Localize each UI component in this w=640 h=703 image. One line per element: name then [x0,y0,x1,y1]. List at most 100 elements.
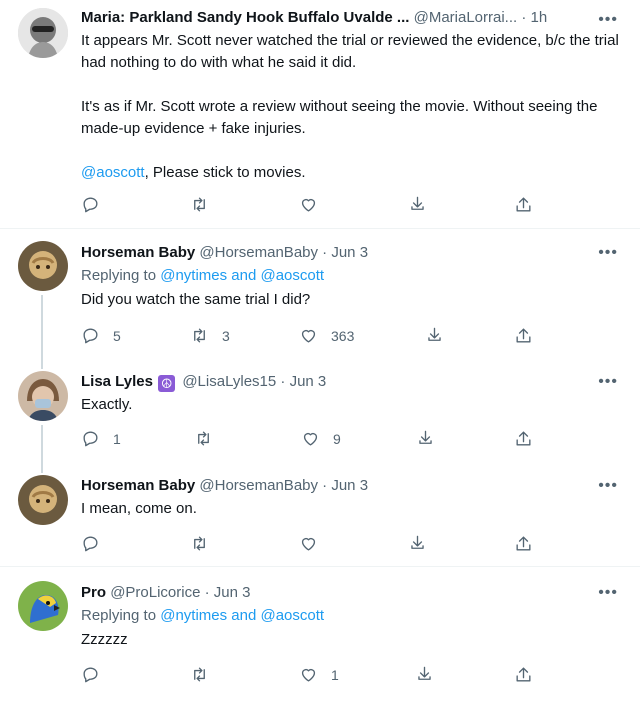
tweet-text-tail: , Please stick to movies. [144,164,306,181]
display-name[interactable]: Horseman Baby [81,477,195,494]
retweet-button[interactable] [194,429,213,448]
retweet-icon [190,665,209,684]
like-button[interactable] [299,534,318,553]
timestamp[interactable]: Jun 3 [214,584,251,601]
share-icon [425,326,444,345]
tweet-paragraph: It appears Mr. Scott never watched the t… [81,32,619,71]
replying-prefix: Replying to [81,607,161,624]
upload-icon [514,534,533,553]
upload-button[interactable] [514,195,533,214]
peace-sign-icon: ☮ [158,375,176,392]
upload-button[interactable] [514,326,533,345]
reply-icon [81,195,100,214]
share-icon [408,195,427,214]
tweet[interactable]: Pro @ProLicorice · Jun 3 Replying to @ny… [0,567,640,703]
avatar[interactable] [18,475,68,525]
timestamp[interactable]: 1h [531,9,548,26]
timestamp[interactable]: Jun 3 [290,373,327,390]
reply-button[interactable] [81,195,100,214]
more-options-icon[interactable]: ••• [598,10,618,30]
tweet-text: Exactly. [81,396,133,413]
avatar[interactable] [18,8,68,58]
separator-dot: · [204,584,210,601]
replying-to: Replying to @nytimes and @aoscott [81,265,624,287]
tweet-paragraph: @aoscott, Please stick to movies. [81,162,624,184]
display-name[interactable]: Maria: Parkland Sandy Hook Buffalo Uvald… [81,9,409,26]
reply-button[interactable]: 5 [81,326,121,345]
like-count: 9 [333,430,341,447]
user-handle[interactable]: @HorsemanBaby [199,244,318,261]
share-button[interactable] [415,665,434,684]
like-icon [299,195,318,214]
like-button[interactable]: 1 [299,665,339,684]
replying-to-link[interactable]: @nytimes and @aoscott [160,267,324,284]
more-options-icon[interactable]: ••• [598,372,618,392]
reply-icon [81,429,100,448]
tweet[interactable]: Horseman Baby @HorsemanBaby · Jun 3 I me… [0,467,640,567]
like-count: 363 [331,327,355,344]
avatar[interactable] [18,371,68,421]
tweet-paragraph: It's as if Mr. Scott wrote a review with… [81,98,598,137]
user-handle[interactable]: @LisaLyles15 [182,373,276,390]
share-button[interactable] [425,326,444,345]
mention-link[interactable]: @aoscott [81,164,145,181]
like-button[interactable]: 363 [299,326,354,345]
tweet-header: Horseman Baby @HorsemanBaby · Jun 3 [81,476,624,496]
like-button[interactable] [299,195,318,214]
upload-icon [514,326,533,345]
upload-button[interactable] [514,429,533,448]
timestamp[interactable]: Jun 3 [331,477,368,494]
like-icon [301,429,320,448]
tweet-header: Horseman Baby @HorsemanBaby · Jun 3 [81,243,624,263]
avatar[interactable] [18,241,68,291]
tweet-header: Lisa Lyles ☮ @LisaLyles15 · Jun 3 [81,372,624,392]
upload-button[interactable] [514,665,533,684]
retweet-button[interactable] [190,665,209,684]
tweet[interactable]: Lisa Lyles ☮ @LisaLyles15 · Jun 3 Exactl… [0,363,640,467]
more-options-icon[interactable]: ••• [598,243,618,263]
upload-icon [514,665,533,684]
user-handle[interactable]: @MariaLorrai... [414,9,518,26]
tweet[interactable]: Horseman Baby @HorsemanBaby · Jun 3 Repl… [0,229,640,363]
reply-icon [81,534,100,553]
thread-line [41,425,43,467]
more-options-icon[interactable]: ••• [598,476,618,496]
separator-dot: · [322,244,328,261]
timestamp[interactable]: Jun 3 [331,244,368,261]
user-handle[interactable]: @ProLicorice [110,584,200,601]
replying-to-link[interactable]: @nytimes and @aoscott [160,607,324,624]
share-button[interactable] [408,195,427,214]
replying-prefix: Replying to [81,267,161,284]
display-name[interactable]: Lisa Lyles [81,373,153,390]
share-icon [415,665,434,684]
more-options-icon[interactable]: ••• [598,583,618,603]
retweet-icon [190,195,209,214]
share-button[interactable] [416,429,435,448]
retweet-button[interactable]: 3 [190,326,230,345]
reply-button[interactable] [81,665,100,684]
thread-line [41,363,43,369]
share-button[interactable] [408,534,427,553]
reply-button[interactable] [81,534,100,553]
like-button[interactable]: 9 [301,429,341,448]
tweet[interactable]: Maria: Parkland Sandy Hook Buffalo Uvald… [0,0,640,224]
upload-button[interactable] [514,534,533,553]
display-name[interactable]: Pro [81,584,106,601]
display-name[interactable]: Horseman Baby [81,244,195,261]
reply-button[interactable]: 1 [81,429,121,448]
retweet-icon [194,429,213,448]
tweet-text: Did you watch the same trial I did? [81,291,311,308]
avatar[interactable] [18,581,68,631]
tweet-text: I mean, come on. [81,500,197,517]
like-icon [299,534,318,553]
tweet-header: Maria: Parkland Sandy Hook Buffalo Uvald… [81,8,624,28]
retweet-icon [190,534,209,553]
retweet-icon [190,326,209,345]
upload-icon [514,195,533,214]
retweet-count: 3 [222,327,230,344]
retweet-button[interactable] [190,195,209,214]
like-icon [299,326,318,345]
retweet-button[interactable] [190,534,209,553]
separator-dot: · [280,373,286,390]
user-handle[interactable]: @HorsemanBaby [199,477,318,494]
